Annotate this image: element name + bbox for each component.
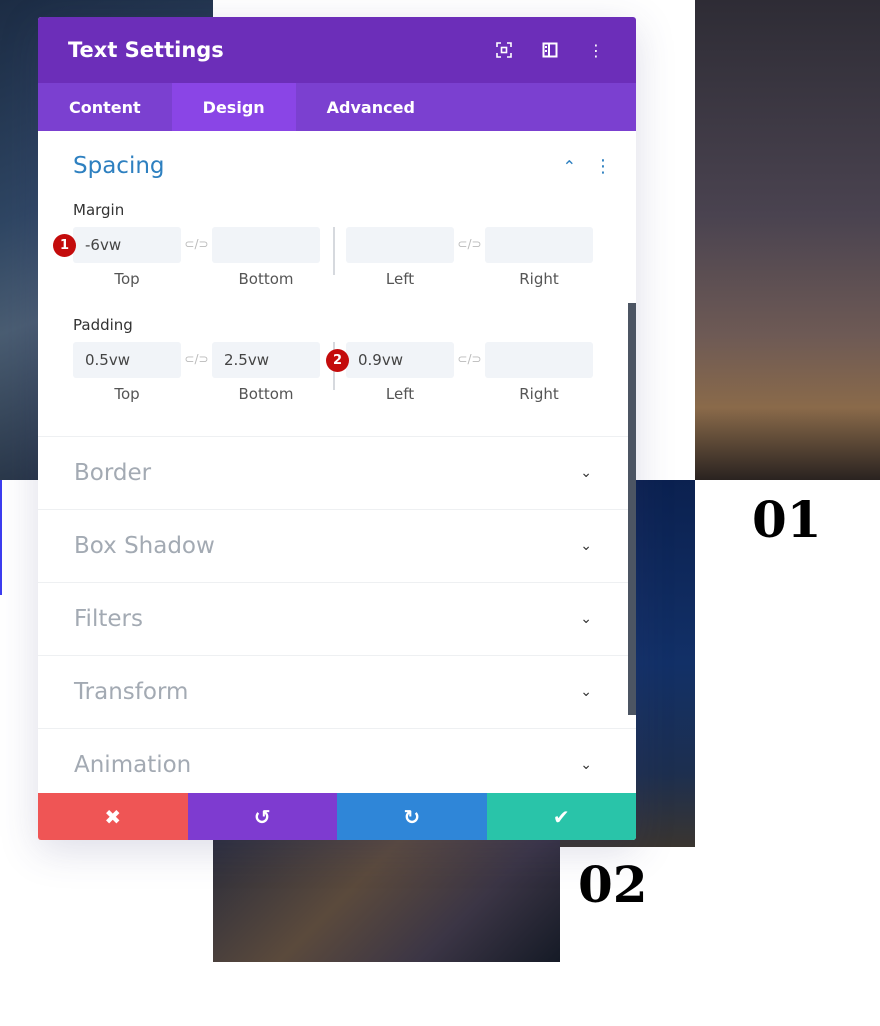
redo-button[interactable]: ↻ <box>337 793 487 840</box>
selection-outline <box>0 480 2 595</box>
spacing-title: Spacing <box>73 153 165 179</box>
padding-top-input[interactable]: 0.5vw <box>73 342 181 378</box>
margin-bottom-label: Bottom <box>238 270 294 288</box>
background-photo-bridge <box>213 840 560 962</box>
undo-icon: ↺ <box>253 804 271 829</box>
cancel-button[interactable]: ✖ <box>38 793 188 840</box>
chevron-down-icon: ⌄ <box>580 757 592 773</box>
margin-top-label: Top <box>114 270 140 288</box>
undo-button[interactable]: ↺ <box>187 793 337 840</box>
chevron-up-icon[interactable]: ⌃ <box>563 157 576 176</box>
link-icon[interactable]: ⊂/⊃ <box>181 227 212 251</box>
panel-header: Text Settings ⋮ <box>38 17 636 83</box>
save-button[interactable]: ✔ <box>486 793 636 840</box>
margin-left-label: Left <box>385 270 415 288</box>
section-options-icon[interactable]: ⋮ <box>594 156 612 177</box>
tab-advanced[interactable]: Advanced <box>296 83 446 131</box>
link-icon[interactable]: ⊂/⊃ <box>454 342 485 366</box>
margin-right-input[interactable] <box>485 227 593 263</box>
padding-label: Padding <box>73 316 133 334</box>
panel-footer: ✖ ↺ ↻ ✔ <box>38 793 636 840</box>
padding-bottom-label: Bottom <box>238 385 294 403</box>
section-title: Transform <box>74 679 189 705</box>
section-animation[interactable]: Animation ⌄ <box>38 728 636 792</box>
panel-title: Text Settings <box>68 38 224 62</box>
chevron-down-icon: ⌄ <box>580 465 592 481</box>
scrollbar[interactable] <box>628 303 636 715</box>
split-view-icon[interactable] <box>540 40 560 60</box>
section-title: Border <box>74 460 152 486</box>
number-label-02: 02 <box>578 855 648 914</box>
margin-label: Margin <box>73 201 125 219</box>
section-filters[interactable]: Filters ⌄ <box>38 582 636 655</box>
padding-row: 0.5vw Top ⊂/⊃ 2.5vw Bottom 2 0.9vw Left ⊂/⊃ … <box>38 342 636 403</box>
link-icon[interactable]: ⊂/⊃ <box>454 227 485 251</box>
check-icon: ✔ <box>552 804 570 829</box>
padding-right-label: Right <box>519 385 559 403</box>
focus-icon[interactable] <box>494 40 514 60</box>
chevron-down-icon: ⌄ <box>580 611 592 627</box>
padding-bottom-input[interactable]: 2.5vw <box>212 342 320 378</box>
divider <box>333 227 335 275</box>
step-badge-1: 1 <box>53 234 76 257</box>
margin-row: 1 -6vw Top ⊂/⊃ Bottom Left ⊂/⊃ Right <box>38 227 636 288</box>
padding-top-label: Top <box>114 385 140 403</box>
panel-body: Spacing ⌃ ⋮ Margin 1 -6vw Top ⊂/⊃ Bottom L… <box>38 131 636 792</box>
background-photo-palm-trees <box>695 0 880 480</box>
margin-top-input[interactable]: 1 -6vw <box>53 227 181 263</box>
redo-icon: ↻ <box>403 804 421 829</box>
settings-panel: Text Settings ⋮ Content Design Advanced … <box>38 17 636 840</box>
section-border[interactable]: Border ⌄ <box>38 436 636 509</box>
link-icon[interactable]: ⊂/⊃ <box>181 342 212 366</box>
padding-left-input[interactable]: 2 0.9vw <box>326 342 454 378</box>
close-icon: ✖ <box>104 804 122 829</box>
section-title: Box Shadow <box>74 533 215 559</box>
margin-left-input[interactable] <box>346 227 454 263</box>
tab-content[interactable]: Content <box>38 83 172 131</box>
section-transform[interactable]: Transform ⌄ <box>38 655 636 728</box>
tab-bar: Content Design Advanced <box>38 83 636 131</box>
step-badge-2: 2 <box>326 349 349 372</box>
padding-right-input[interactable] <box>485 342 593 378</box>
margin-bottom-input[interactable] <box>212 227 320 263</box>
section-box-shadow[interactable]: Box Shadow ⌄ <box>38 509 636 582</box>
number-label-01: 01 <box>752 490 822 549</box>
chevron-down-icon: ⌄ <box>580 684 592 700</box>
margin-right-label: Right <box>519 270 559 288</box>
padding-left-label: Left <box>385 385 415 403</box>
section-title: Filters <box>74 606 143 632</box>
more-options-icon[interactable]: ⋮ <box>586 40 606 60</box>
tab-design[interactable]: Design <box>171 83 296 131</box>
section-title: Animation <box>74 752 192 778</box>
chevron-down-icon: ⌄ <box>580 538 592 554</box>
spacing-section-header[interactable]: Spacing ⌃ ⋮ <box>38 131 636 201</box>
